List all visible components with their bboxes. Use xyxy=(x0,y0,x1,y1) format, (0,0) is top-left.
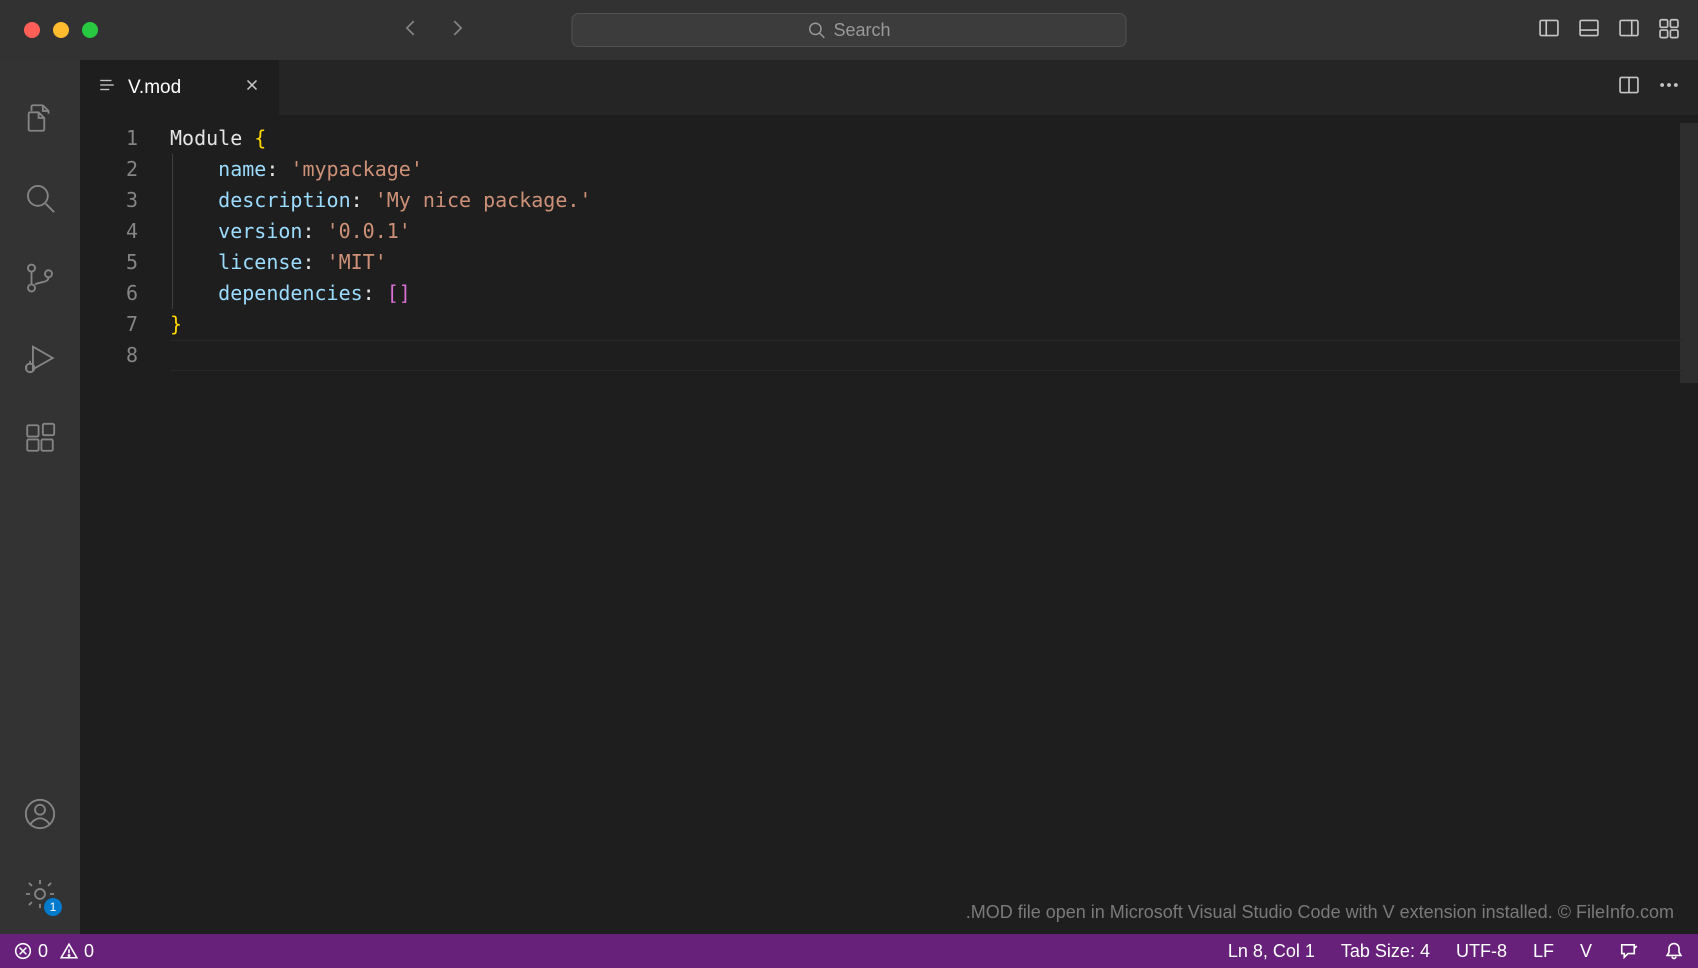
accounts-button[interactable] xyxy=(0,774,80,854)
tab-vmod[interactable]: V.mod xyxy=(80,60,280,115)
layout-controls xyxy=(1538,17,1680,44)
toggle-primary-sidebar-button[interactable] xyxy=(1538,17,1560,44)
code-line[interactable]: Module { xyxy=(170,123,1698,154)
window-controls xyxy=(24,22,98,38)
error-count: 0 xyxy=(38,941,48,962)
watermark-caption: .MOD file open in Microsoft Visual Studi… xyxy=(966,897,1674,928)
nav-back-button[interactable] xyxy=(400,17,422,44)
nav-forward-button[interactable] xyxy=(446,17,468,44)
code-line[interactable]: dependencies: [] xyxy=(170,278,1698,309)
search-tab[interactable] xyxy=(0,158,80,238)
line-number: 8 xyxy=(80,340,138,371)
search-icon xyxy=(807,21,825,39)
code-line[interactable]: name: 'mypackage' xyxy=(170,154,1698,185)
status-notifications-button[interactable] xyxy=(1664,941,1684,961)
window-maximize-button[interactable] xyxy=(82,22,98,38)
settings-badge: 1 xyxy=(44,898,62,916)
code-line[interactable]: description: 'My nice package.' xyxy=(170,185,1698,216)
code-line[interactable]: } xyxy=(170,309,1698,340)
titlebar: Search xyxy=(0,0,1698,60)
status-indentation[interactable]: Tab Size: 4 xyxy=(1341,941,1430,962)
split-editor-button[interactable] xyxy=(1618,74,1640,101)
error-icon xyxy=(14,942,32,960)
status-cursor-position[interactable]: Ln 8, Col 1 xyxy=(1228,941,1315,962)
window-close-button[interactable] xyxy=(24,22,40,38)
toggle-panel-button[interactable] xyxy=(1578,17,1600,44)
run-debug-tab[interactable] xyxy=(0,318,80,398)
warning-count: 0 xyxy=(84,941,94,962)
line-number: 3 xyxy=(80,185,138,216)
status-bar: 0 0 Ln 8, Col 1 Tab Size: 4 UTF-8 LF V xyxy=(0,934,1698,968)
toggle-secondary-sidebar-button[interactable] xyxy=(1618,17,1640,44)
tab-bar: V.mod xyxy=(80,60,1698,115)
code-line[interactable]: license: 'MIT' xyxy=(170,247,1698,278)
line-number: 2 xyxy=(80,154,138,185)
file-icon xyxy=(98,76,116,100)
line-number: 5 xyxy=(80,247,138,278)
source-control-tab[interactable] xyxy=(0,238,80,318)
tab-close-button[interactable] xyxy=(243,76,261,100)
search-placeholder: Search xyxy=(833,20,890,41)
window-minimize-button[interactable] xyxy=(53,22,69,38)
more-actions-button[interactable] xyxy=(1658,74,1680,101)
code-content[interactable]: Module { name: 'mypackage' description: … xyxy=(170,123,1698,934)
text-editor[interactable]: 12345678 Module { name: 'mypackage' desc… xyxy=(80,115,1698,934)
status-language-mode[interactable]: V xyxy=(1580,941,1592,962)
line-number: 7 xyxy=(80,309,138,340)
code-line[interactable]: version: '0.0.1' xyxy=(170,216,1698,247)
status-problems[interactable]: 0 0 xyxy=(14,941,94,962)
command-center-search[interactable]: Search xyxy=(572,13,1127,47)
explorer-tab[interactable] xyxy=(0,78,80,158)
status-feedback-button[interactable] xyxy=(1618,941,1638,961)
activity-bar: 1 xyxy=(0,60,80,934)
status-eol[interactable]: LF xyxy=(1533,941,1554,962)
minimap-slider[interactable] xyxy=(1680,123,1698,383)
indent-guide xyxy=(172,154,173,309)
settings-button[interactable]: 1 xyxy=(0,854,80,934)
code-line[interactable] xyxy=(170,340,1698,371)
warning-icon xyxy=(60,942,78,960)
line-number: 6 xyxy=(80,278,138,309)
line-number-gutter: 12345678 xyxy=(80,123,170,934)
customize-layout-button[interactable] xyxy=(1658,17,1680,44)
editor-group: V.mod 12345678 Module { name: 'mypackage… xyxy=(80,60,1698,934)
nav-history xyxy=(400,17,468,44)
feedback-icon xyxy=(1618,941,1638,961)
tab-label: V.mod xyxy=(128,77,181,99)
extensions-tab[interactable] xyxy=(0,398,80,478)
line-number: 1 xyxy=(80,123,138,154)
status-encoding[interactable]: UTF-8 xyxy=(1456,941,1507,962)
line-number: 4 xyxy=(80,216,138,247)
bell-icon xyxy=(1664,941,1684,961)
